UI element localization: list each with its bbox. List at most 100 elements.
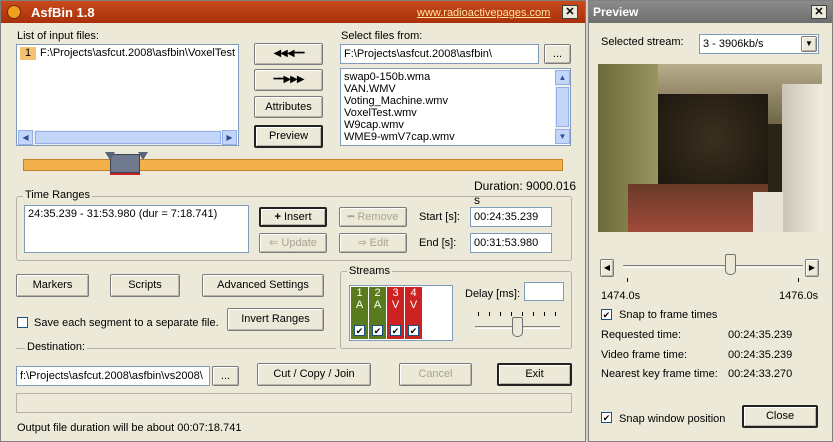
- file-list-item[interactable]: swap0-150b.wma: [344, 71, 430, 83]
- timeline-track[interactable]: [23, 159, 563, 171]
- stream-checkbox-3[interactable]: ✔: [390, 325, 401, 336]
- snap-frame-checkbox[interactable]: ✔: [601, 309, 612, 320]
- stream-checkbox-2[interactable]: ✔: [372, 325, 383, 336]
- video-frame-time-label: Video frame time:: [601, 349, 688, 361]
- attributes-button[interactable]: Attributes: [254, 96, 323, 118]
- update-button[interactable]: ⇐ Update: [259, 233, 327, 253]
- delay-slider-thumb[interactable]: [512, 317, 523, 337]
- invert-ranges-button[interactable]: Invert Ranges: [227, 308, 324, 331]
- delay-tick: [511, 312, 512, 316]
- scroll-right-icon[interactable]: ▶: [222, 130, 237, 145]
- seek-track[interactable]: [623, 265, 803, 268]
- end-label: End [s]:: [419, 237, 457, 249]
- nearest-key-value: 00:24:33.270: [728, 368, 793, 380]
- stream-checkbox-4[interactable]: ✔: [408, 325, 419, 336]
- input-file-number: 1: [20, 47, 36, 60]
- seek-thumb[interactable]: [725, 254, 736, 275]
- minus-icon: ━: [347, 211, 358, 223]
- delay-input[interactable]: [524, 282, 564, 301]
- insert-label: Insert: [283, 211, 312, 223]
- arrow-left-icon: ⇐: [269, 237, 282, 249]
- requested-time-value: 00:24:35.239: [728, 329, 793, 341]
- seek-right-icon[interactable]: ▶: [805, 259, 819, 277]
- range-end-text: 1476.0s: [779, 290, 819, 302]
- start-label: Start [s]:: [419, 211, 460, 223]
- preview-titlebar: Preview ✕: [589, 1, 832, 23]
- time-range-entry[interactable]: 24:35.239 - 31:53.980 (dur = 7:18.741): [28, 208, 217, 220]
- select-browse-button[interactable]: ...: [544, 44, 571, 64]
- time-ranges-list[interactable]: 24:35.239 - 31:53.980 (dur = 7:18.741): [24, 205, 249, 253]
- preview-close-button[interactable]: Close: [742, 405, 818, 428]
- input-file-row[interactable]: 1 F:\Projects\asfcut.2008\asfbin\VoxelTe…: [18, 46, 238, 61]
- file-list[interactable]: swap0-150b.wma VAN.WMV Voting_Machine.wm…: [340, 68, 571, 146]
- stream-number: 3: [392, 287, 399, 299]
- chevron-down-icon[interactable]: ▼: [801, 36, 817, 52]
- seek-left-icon[interactable]: ◀: [600, 259, 614, 277]
- edit-label: Edit: [369, 237, 389, 249]
- timeline-end-marker-icon[interactable]: [138, 152, 148, 160]
- start-input[interactable]: 00:24:35.239: [470, 207, 552, 227]
- stream-type: V: [409, 299, 418, 311]
- main-titlebar: AsfBin 1.8 www.radioactivepages.com ✕: [1, 1, 585, 23]
- preview-button[interactable]: Preview: [254, 125, 323, 148]
- file-list-item[interactable]: VoxelTest.wmv: [344, 107, 417, 119]
- end-input[interactable]: 00:31:53.980: [470, 233, 552, 253]
- edit-button[interactable]: ⇒ Edit: [339, 233, 407, 253]
- scroll-thumb[interactable]: [556, 87, 569, 127]
- scroll-thumb[interactable]: [35, 131, 221, 144]
- cut-copy-join-button[interactable]: Cut / Copy / Join: [257, 363, 371, 386]
- save-segments-checkbox[interactable]: [17, 317, 28, 328]
- remove-button[interactable]: ━ Remove: [339, 207, 407, 227]
- delay-label: Delay [ms]:: [465, 288, 521, 300]
- video-window-light: [753, 192, 783, 232]
- nearest-key-label: Nearest key frame time:: [601, 368, 718, 380]
- delay-tick: [533, 312, 534, 316]
- delay-tick: [522, 312, 523, 316]
- exit-button[interactable]: Exit: [497, 363, 572, 386]
- cancel-button[interactable]: Cancel: [399, 363, 472, 386]
- requested-time-label: Requested time:: [601, 329, 682, 341]
- arrow-right-icon: ⇒: [357, 237, 370, 249]
- select-path-input[interactable]: F:\Projects\asfcut.2008\asfbin\: [340, 44, 539, 64]
- delay-tick: [478, 312, 479, 316]
- seek-tick-start: [627, 278, 628, 282]
- scroll-left-icon[interactable]: ◀: [18, 130, 33, 145]
- stream-type: A: [355, 299, 364, 311]
- input-file-path: F:\Projects\asfcut.2008\asfbin\VoxelTest: [40, 47, 236, 59]
- input-files-list[interactable]: 1 F:\Projects\asfcut.2008\asfbin\VoxelTe…: [16, 44, 239, 146]
- timeline-position-line: [110, 173, 140, 175]
- destination-browse-button[interactable]: ...: [212, 366, 239, 386]
- website-link[interactable]: www.radioactivepages.com: [417, 7, 550, 19]
- input-files-label: List of input files:: [17, 30, 99, 42]
- file-list-item[interactable]: Voting_Machine.wmv: [344, 95, 448, 107]
- snap-window-label: Snap window position: [619, 413, 726, 425]
- scroll-down-icon[interactable]: ▼: [555, 129, 570, 144]
- insert-button[interactable]: + Insert: [259, 207, 327, 227]
- input-files-hscrollbar[interactable]: ◀ ▶: [18, 130, 237, 145]
- scripts-button[interactable]: Scripts: [110, 274, 180, 297]
- advanced-settings-button[interactable]: Advanced Settings: [202, 274, 324, 297]
- delay-tick: [544, 312, 545, 316]
- video-floor: [628, 184, 768, 232]
- file-list-item[interactable]: W9cap.wmv: [344, 119, 404, 131]
- file-list-item[interactable]: VAN.WMV: [344, 83, 396, 95]
- time-ranges-label: Time Ranges: [23, 189, 93, 201]
- snap-window-checkbox[interactable]: ✔: [601, 412, 612, 423]
- delay-tick: [489, 312, 490, 316]
- stream-number: 2: [374, 287, 381, 299]
- preview-close-x-button[interactable]: ✕: [811, 5, 827, 19]
- move-left-button[interactable]: ◀◀◀━━: [254, 43, 323, 65]
- plus-icon: +: [274, 211, 284, 223]
- move-right-button[interactable]: ━━▶▶▶: [254, 69, 323, 91]
- scroll-up-icon[interactable]: ▲: [555, 70, 570, 85]
- stream-checkbox-1[interactable]: ✔: [354, 325, 365, 336]
- file-list-item[interactable]: WME9-wmV7cap.wmv: [344, 131, 455, 143]
- main-close-button[interactable]: ✕: [562, 5, 578, 19]
- timeline-start-marker-icon[interactable]: [105, 152, 115, 160]
- markers-button[interactable]: Markers: [16, 274, 89, 297]
- update-label: Update: [281, 237, 317, 249]
- preview-window: Preview ✕ Selected stream: 3 - 3906kb/s …: [588, 0, 833, 442]
- file-list-vscrollbar[interactable]: ▲ ▼: [555, 70, 570, 144]
- destination-input[interactable]: f:\Projects\asfcut.2008\asfbin\vs2008\: [16, 366, 210, 386]
- main-window: AsfBin 1.8 www.radioactivepages.com ✕ Li…: [0, 0, 586, 442]
